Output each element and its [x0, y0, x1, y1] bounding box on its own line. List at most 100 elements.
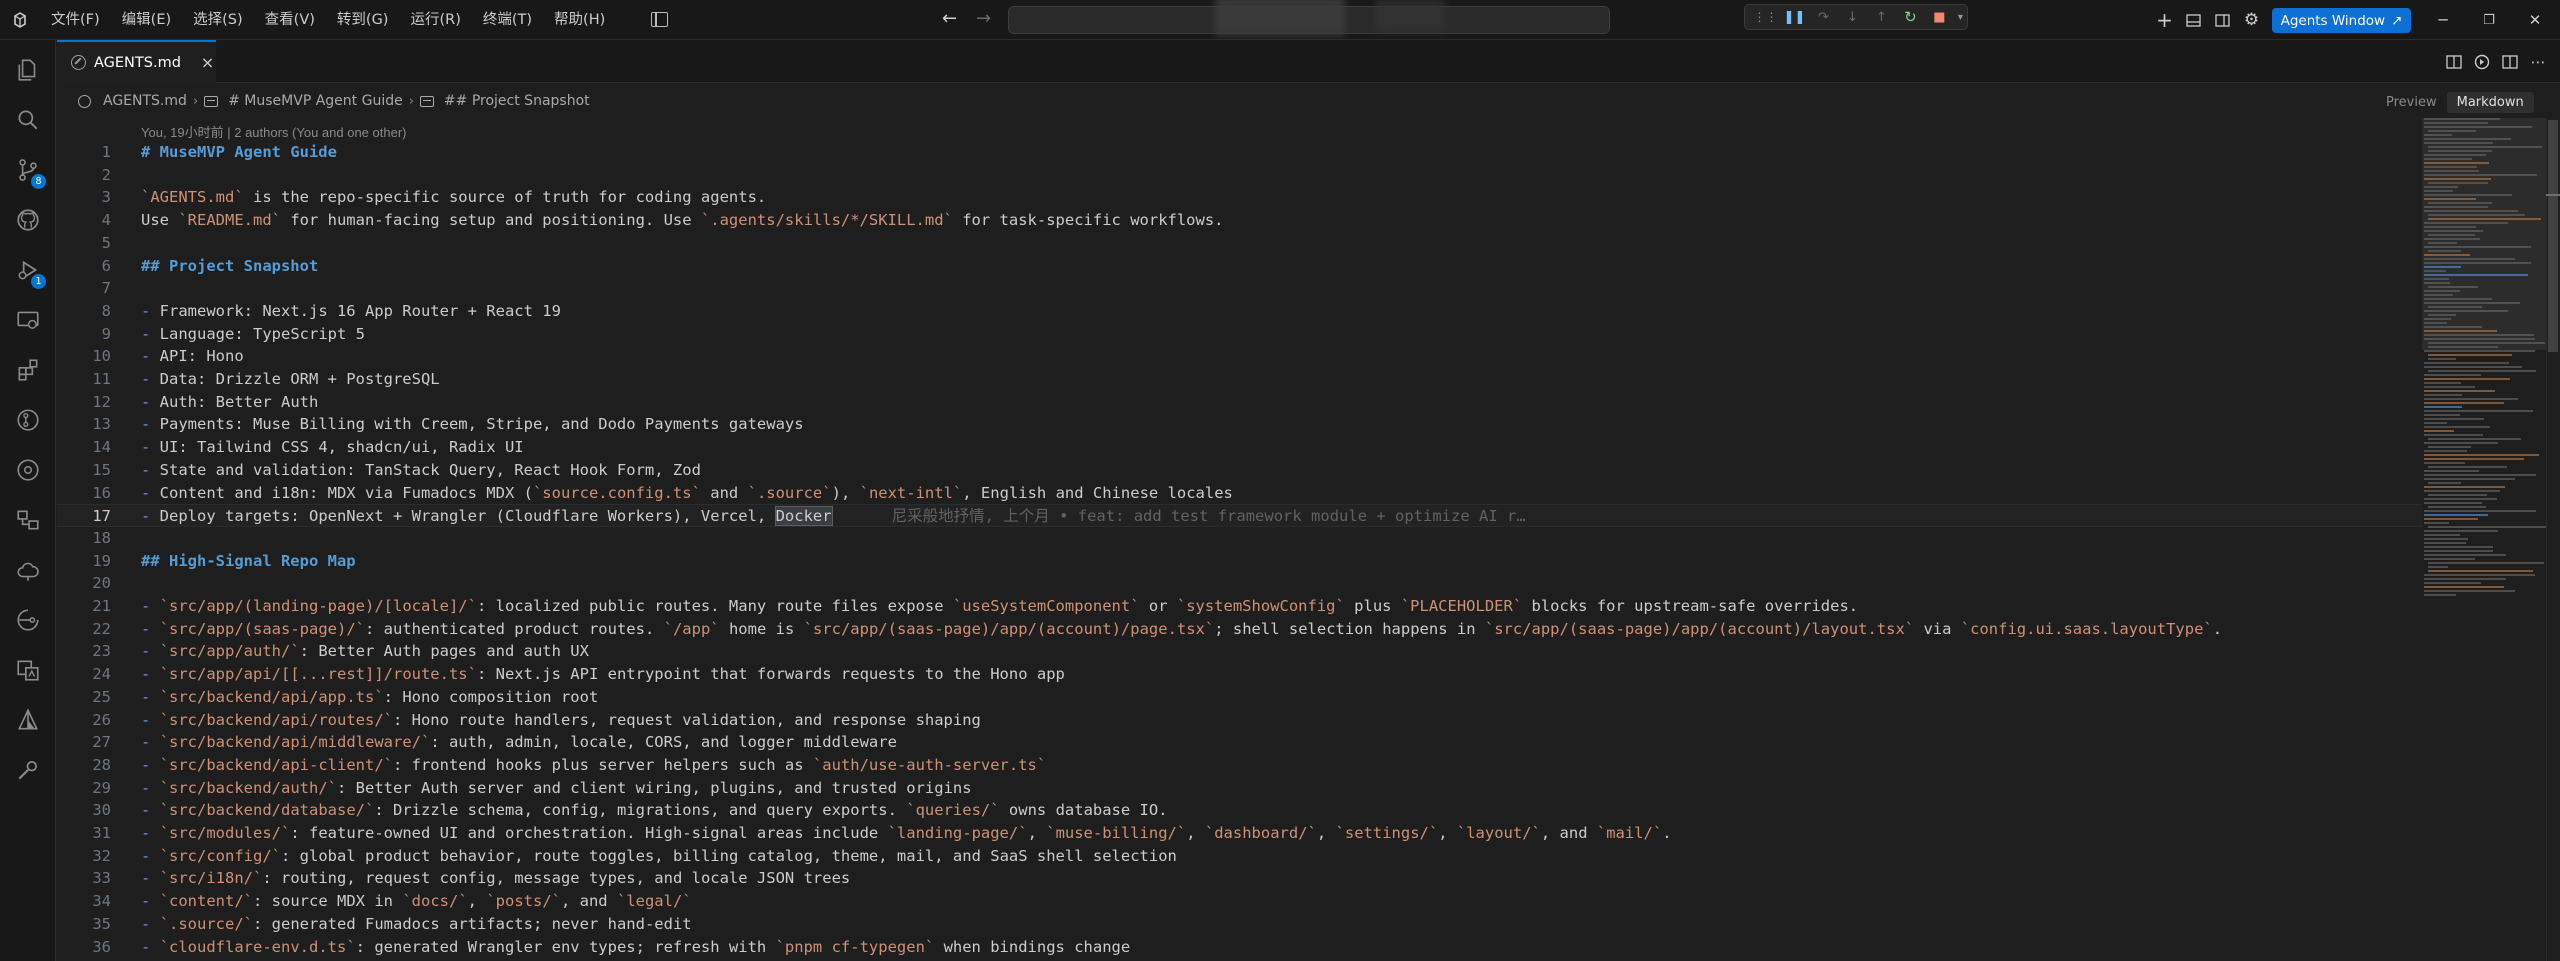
code-token: ,	[467, 892, 487, 911]
translate-icon[interactable]	[0, 646, 56, 694]
stop-icon[interactable]: ■	[1925, 5, 1954, 29]
cloud-icon[interactable]	[0, 546, 56, 594]
editor-line[interactable]: 29 - `src/backend/auth/`: Better Auth ser…	[57, 777, 2422, 800]
pause-icon[interactable]: ❚❚	[1780, 5, 1809, 29]
containers-icon[interactable]	[0, 496, 56, 544]
explorer-icon[interactable]	[0, 46, 56, 94]
back-arrow-icon[interactable]: ←	[942, 8, 957, 29]
flask-icon[interactable]	[0, 696, 56, 744]
toggle-sidebar-layout-icon[interactable]	[651, 12, 668, 27]
editor-line[interactable]: 7	[57, 277, 2422, 300]
editor-line[interactable]: 15 - State and validation: TanStack Query…	[57, 459, 2422, 482]
step-over-icon[interactable]: ↷	[1809, 5, 1838, 29]
step-into-icon[interactable]: ↓	[1838, 5, 1867, 29]
preview-toggle[interactable]: Preview	[2376, 92, 2447, 113]
menu-edit[interactable]: 编辑(E)	[111, 0, 182, 40]
drag-handle-icon[interactable]: ⋮⋮	[1751, 5, 1780, 29]
breadcrumb-heading-1[interactable]: # MuseMVP Agent Guide	[228, 93, 403, 109]
open-preview-side-icon[interactable]	[2440, 40, 2468, 83]
timeline-icon[interactable]	[0, 596, 56, 644]
editor-line[interactable]: 33 - `src/i18n/`: routing, request config…	[57, 867, 2422, 890]
git-graph-icon[interactable]	[0, 446, 56, 494]
tools-icon[interactable]	[0, 746, 56, 794]
source-control-icon[interactable]: 8	[0, 146, 56, 194]
editor-line[interactable]: 26 - `src/backend/api/routes/`: Hono rout…	[57, 709, 2422, 732]
more-actions-icon[interactable]: ⋯	[2524, 40, 2552, 83]
close-tab-icon[interactable]: ×	[201, 53, 214, 72]
scrollbar-thumb[interactable]	[2548, 120, 2558, 352]
menu-file[interactable]: 文件(F)	[40, 0, 111, 40]
menu-selection[interactable]: 选择(S)	[182, 0, 254, 40]
run-debug-icon[interactable]: 1	[0, 246, 56, 294]
code-token: -	[141, 507, 151, 526]
menu-run[interactable]: 运行(R)	[399, 0, 471, 40]
close-window-icon[interactable]: ✕	[2512, 0, 2558, 40]
editor-line[interactable]: 5	[57, 232, 2422, 255]
editor-line[interactable]: 10 - API: Hono	[57, 345, 2422, 368]
minimap[interactable]	[2422, 118, 2546, 618]
restore-window-icon[interactable]: ❐	[2466, 0, 2512, 40]
panel-layout-icon[interactable]	[2179, 0, 2208, 40]
remote-explorer-icon[interactable]	[0, 296, 56, 344]
breadcrumb-file[interactable]: AGENTS.md	[103, 93, 187, 109]
code-editor[interactable]: You, 19小时前 | 2 authors (You and one othe…	[57, 118, 2422, 961]
editor-line[interactable]: 28 - `src/backend/api-client/`: frontend …	[57, 754, 2422, 777]
menu-help[interactable]: 帮助(H)	[543, 0, 616, 40]
breadcrumb-heading-2[interactable]: ## Project Snapshot	[444, 93, 590, 109]
search-icon[interactable]	[0, 96, 56, 144]
plus-icon[interactable]: +	[2150, 0, 2179, 40]
forward-arrow-icon[interactable]: →	[976, 8, 991, 29]
restart-icon[interactable]: ↻	[1896, 5, 1925, 29]
gear-icon[interactable]: ⚙	[2237, 0, 2266, 40]
secondary-sidebar-icon[interactable]	[2208, 0, 2237, 40]
gitlens-icon[interactable]	[0, 396, 56, 444]
editor-line[interactable]: 27 - `src/backend/api/middleware/`: auth,…	[57, 731, 2422, 754]
editor-line[interactable]: 32 - `src/config/`: global product behavi…	[57, 845, 2422, 868]
line-number: 32	[92, 846, 111, 865]
code-token: # MuseMVP Agent Guide	[141, 143, 337, 161]
github-icon[interactable]	[0, 196, 56, 244]
extensions-icon[interactable]	[0, 346, 56, 394]
menu-terminal[interactable]: 终端(T)	[472, 0, 543, 40]
editor-line[interactable]: 3 `AGENTS.md` is the repo-specific source…	[57, 186, 2422, 209]
editor-line[interactable]: 11 - Data: Drizzle ORM + PostgreSQL	[57, 368, 2422, 391]
chevron-down-icon[interactable]: ▾	[1954, 5, 1967, 29]
step-out-icon[interactable]: ↑	[1867, 5, 1896, 29]
editor-line[interactable]: 34 - `content/`: source MDX in `docs/`, `…	[57, 890, 2422, 913]
split-editor-icon[interactable]	[2496, 40, 2524, 83]
editor-line[interactable]: 17 - Deploy targets: OpenNext + Wrangler …	[57, 504, 2422, 527]
editor-line[interactable]: 13 - Payments: Muse Billing with Creem, S…	[57, 413, 2422, 436]
menu-go[interactable]: 转到(G)	[326, 0, 400, 40]
minimap-line	[2424, 238, 2480, 240]
menu-view[interactable]: 查看(V)	[254, 0, 326, 40]
editor-line[interactable]: 36 - `cloudflare-env.d.ts`: generated Wra…	[57, 936, 2422, 959]
editor-line[interactable]: 31 - `src/modules/`: feature-owned UI and…	[57, 822, 2422, 845]
editor-line[interactable]: 2	[57, 164, 2422, 187]
editor-line[interactable]: 20	[57, 572, 2422, 595]
gitlens-blame-icon[interactable]	[2468, 40, 2496, 83]
editor-line[interactable]: 8 - Framework: Next.js 16 App Router + Re…	[57, 300, 2422, 323]
editor-line[interactable]: 24 - `src/app/api/[[...rest]]/route.ts`: …	[57, 663, 2422, 686]
editor-line[interactable]: 35 - `.source/`: generated Fumadocs artif…	[57, 913, 2422, 936]
chevron-right-icon: ›	[192, 93, 199, 109]
editor-line[interactable]: 6 ## Project Snapshot	[57, 255, 2422, 278]
editor-line[interactable]: 21 - `src/app/(landing-page)/[locale]/`: …	[57, 595, 2422, 618]
tab-agents-md[interactable]: AGENTS.md ×	[57, 40, 216, 83]
editor-line[interactable]: 16 - Content and i18n: MDX via Fumadocs M…	[57, 482, 2422, 505]
minimize-window-icon[interactable]: ─	[2420, 0, 2466, 40]
editor-line[interactable]: 25 - `src/backend/api/app.ts`: Hono compo…	[57, 686, 2422, 709]
editor-line[interactable]: 22 - `src/app/(saas-page)/`: authenticate…	[57, 618, 2422, 641]
editor-line[interactable]: 12 - Auth: Better Auth	[57, 391, 2422, 414]
editor-line[interactable]: 23 - `src/app/auth/`: Better Auth pages a…	[57, 640, 2422, 663]
markdown-toggle[interactable]: Markdown	[2446, 91, 2534, 113]
editor-line[interactable]: 9 - Language: TypeScript 5	[57, 323, 2422, 346]
editor-line[interactable]: 14 - UI: Tailwind CSS 4, shadcn/ui, Radix…	[57, 436, 2422, 459]
agents-window-button[interactable]: Agents Window ↗	[2272, 8, 2411, 33]
editor-line[interactable]: 1 # MuseMVP Agent Guide	[57, 141, 2422, 164]
editor-line[interactable]: 4 Use `README.md` for human-facing setup …	[57, 209, 2422, 232]
editor-line[interactable]: 19 ## High-Signal Repo Map	[57, 550, 2422, 573]
editor-line[interactable]: 18	[57, 527, 2422, 550]
editor-line[interactable]: 30 - `src/backend/database/`: Drizzle sch…	[57, 799, 2422, 822]
code-lens-blame[interactable]: You, 19小时前 | 2 authors (You and one othe…	[141, 122, 406, 141]
minimap-line	[2424, 258, 2515, 260]
